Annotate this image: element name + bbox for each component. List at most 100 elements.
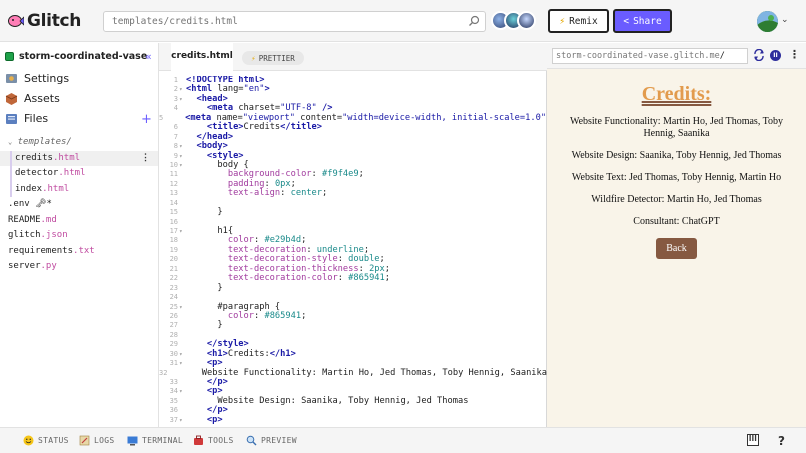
credit-paragraph: Website Design: Saanika, Toby Hennig, Je… — [571, 150, 782, 161]
fold-arrow-icon[interactable]: ▾ — [179, 161, 186, 170]
file-tree: ⌄ templates/ credits.html ⋮ detector.htm… — [0, 135, 158, 275]
tree-file-index[interactable]: index.html — [0, 181, 158, 198]
line-number: 8 — [173, 142, 178, 151]
avatar[interactable] — [517, 11, 536, 30]
tree-file-readme[interactable]: README.md — [0, 213, 158, 229]
tree-folder-templates[interactable]: ⌄ templates/ — [0, 135, 158, 151]
fold-arrow-icon[interactable]: ▾ — [179, 95, 186, 104]
line-number: 27 — [169, 321, 178, 330]
logs-icon — [79, 435, 90, 446]
code-area[interactable]: 1 <!DOCTYPE html> 2 ▾ <html lang="en"> 3 ▾ <he… — [159, 76, 547, 426]
tree-file-detector[interactable]: detector.html — [0, 166, 158, 182]
code-text: } — [186, 320, 223, 331]
fold-arrow-icon — [179, 378, 186, 387]
logs-label: LOGS — [94, 436, 115, 445]
tree-item-label: index — [15, 183, 43, 194]
lightning-icon: ⚡ — [251, 53, 256, 63]
fold-arrow-icon[interactable]: ▾ — [179, 142, 186, 151]
tree-file-requirements[interactable]: requirements.txt — [0, 244, 158, 260]
logs-button[interactable]: LOGS — [79, 435, 114, 446]
share-button[interactable]: < Share — [613, 9, 672, 33]
line-number: 14 — [169, 198, 178, 207]
tree-file-server[interactable]: server.py — [0, 259, 158, 275]
line-number: 19 — [169, 245, 178, 254]
line-number: 17 — [169, 227, 178, 235]
preview-button[interactable]: PREVIEW — [246, 435, 297, 446]
tree-file-env[interactable]: .env 🗝* — [0, 197, 158, 213]
project-name-label: storm-coordinated-vase — [19, 51, 148, 62]
fold-arrow-icon — [179, 406, 186, 415]
tree-item-label: .env 🗝* — [8, 199, 52, 209]
code-line[interactable]: 15 } — [159, 207, 547, 217]
line-number: 34 — [169, 387, 178, 396]
status-button[interactable]: STATUS — [23, 435, 69, 446]
search-input[interactable] — [104, 12, 454, 31]
code-line[interactable]: 27 } — [159, 320, 547, 331]
user-avatar[interactable] — [757, 11, 778, 32]
line-number: 25 — [169, 302, 178, 311]
sidebar-item-files[interactable]: Files — [5, 112, 48, 125]
fold-arrow-icon[interactable]: ▾ — [179, 303, 186, 312]
line-number: 26 — [169, 311, 178, 320]
tools-icon — [194, 435, 203, 445]
sidebar: storm-coordinated-vase « Settings Assets… — [0, 43, 159, 427]
code-line[interactable]: 23 } — [159, 282, 547, 293]
fold-arrow-icon — [179, 218, 186, 227]
fold-arrow-icon[interactable]: ▾ — [179, 85, 186, 94]
top-bar: Glitch ⚡ Remix < Share ⌄ — [0, 0, 806, 42]
code-line[interactable]: 37 ▾ <p> — [159, 414, 547, 425]
chevron-down-icon[interactable]: ⌄ — [781, 15, 789, 25]
piano-icon[interactable] — [747, 434, 759, 446]
fold-arrow-icon — [179, 312, 186, 321]
tree-file-credits[interactable]: credits.html ⋮ — [0, 150, 158, 167]
add-file-icon[interactable]: + — [141, 112, 152, 127]
sidebar-item-settings[interactable]: Settings — [5, 72, 69, 85]
back-button[interactable]: Back — [656, 238, 697, 259]
fold-arrow-icon — [179, 236, 186, 245]
line-number: 11 — [169, 170, 178, 179]
project-name[interactable]: storm-coordinated-vase — [5, 51, 147, 62]
fold-arrow-icon — [179, 133, 186, 142]
tree-item-ext: .txt — [73, 245, 95, 256]
more-options-icon[interactable]: ⋮ — [789, 48, 800, 61]
search-icon[interactable] — [468, 15, 480, 27]
code-line[interactable]: 13 text-align: center; — [159, 188, 547, 199]
remix-button[interactable]: ⚡ Remix — [548, 9, 609, 33]
tab-credits-html[interactable]: credits.html — [171, 43, 233, 71]
sidebar-item-assets[interactable]: Assets — [5, 92, 60, 105]
help-icon[interactable]: ? — [778, 434, 785, 448]
terminal-button[interactable]: TERMINAL — [127, 435, 183, 446]
code-text: text-align: center; — [227, 188, 328, 199]
collapse-sidebar-icon[interactable]: « — [145, 50, 152, 63]
preview-url-field[interactable]: storm-coordinated-vase.glitch.me/ — [552, 48, 748, 64]
refresh-icon[interactable] — [753, 49, 765, 61]
fold-arrow-icon — [179, 397, 186, 406]
more-options-icon[interactable]: ⋮ — [141, 151, 150, 167]
fold-arrow-icon[interactable]: ▾ — [179, 152, 186, 161]
tree-item-label: detector — [15, 168, 59, 178]
tree-item-ext: .md — [40, 214, 57, 225]
tree-file-glitch-json[interactable]: glitch.json — [0, 228, 158, 244]
fold-arrow-icon[interactable]: ▾ — [179, 416, 186, 425]
prettier-button[interactable]: ⚡ PRETTIER — [242, 51, 304, 65]
tree-item-ext: .html — [58, 168, 86, 178]
tools-button[interactable]: TOOLS — [193, 435, 234, 446]
credit-paragraph: Consultant: ChatGPT — [633, 216, 720, 227]
fold-arrow-icon[interactable]: ▾ — [179, 387, 186, 396]
collaborator-avatars[interactable] — [491, 11, 537, 31]
files-icon — [6, 114, 17, 124]
fold-arrow-icon — [179, 255, 186, 264]
fold-arrow-icon[interactable]: ▾ — [179, 350, 186, 359]
user-avatar-image — [757, 11, 778, 32]
fold-arrow-icon — [179, 208, 186, 217]
logo-text: Glitch — [27, 11, 82, 31]
code-text: } — [186, 282, 223, 293]
search-box[interactable] — [103, 11, 486, 32]
code-text: <p> — [206, 414, 223, 425]
project-icon — [5, 52, 14, 61]
fold-arrow-icon[interactable]: ▾ — [179, 227, 186, 236]
glitch-logo[interactable]: Glitch — [8, 11, 81, 31]
tree-item-label: README — [8, 214, 41, 225]
tree-item-ext: .html — [42, 183, 70, 194]
pause-icon[interactable]: II — [770, 50, 781, 61]
